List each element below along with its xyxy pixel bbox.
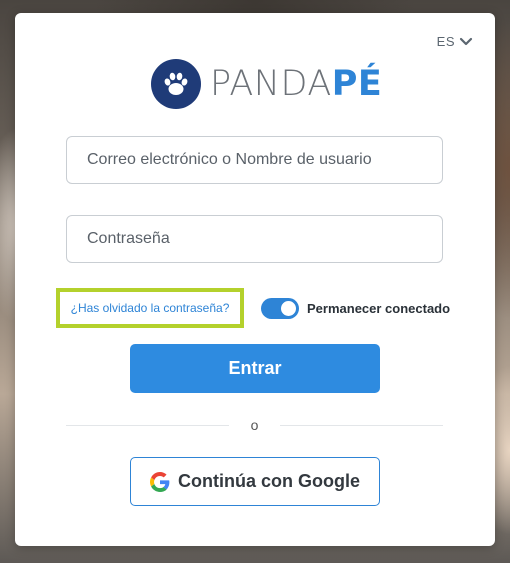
toggle-knob [281,301,296,316]
remember-me-toggle[interactable] [261,298,299,319]
username-field-container [66,136,443,184]
google-signin-label: Continúa con Google [178,471,360,491]
brand-name-part2: PÉ [331,64,383,104]
separator-line-left [66,424,229,426]
remember-me-label: Permanecer conectado [307,301,451,316]
separator: o [66,417,444,433]
chevron-down-icon [459,37,473,45]
language-label: ES [436,34,455,49]
login-button[interactable]: Entrar [130,344,380,393]
separator-label: o [250,417,259,433]
google-icon [150,471,170,492]
google-signin-button[interactable]: Continúa con Google [130,457,380,506]
password-field-container [66,215,443,263]
password-input[interactable] [87,230,422,248]
brand-name-part1: PANDA [210,64,332,104]
brand-wordmark: PANDAPÉ [210,64,382,104]
forgot-password-highlight: ¿Has olvidado la contraseña? [56,288,244,328]
paw-icon [151,59,201,109]
remember-me-row: Permanecer conectado [261,298,450,319]
login-card: ES PANDAPÉ ¿Has olvidado la contraseña? [15,13,495,546]
language-selector[interactable]: ES [437,34,473,49]
brand-logo: PANDAPÉ [151,59,382,109]
forgot-password-link[interactable]: ¿Has olvidado la contraseña? [71,301,230,315]
username-input[interactable] [87,151,422,169]
separator-line-right [280,424,444,426]
